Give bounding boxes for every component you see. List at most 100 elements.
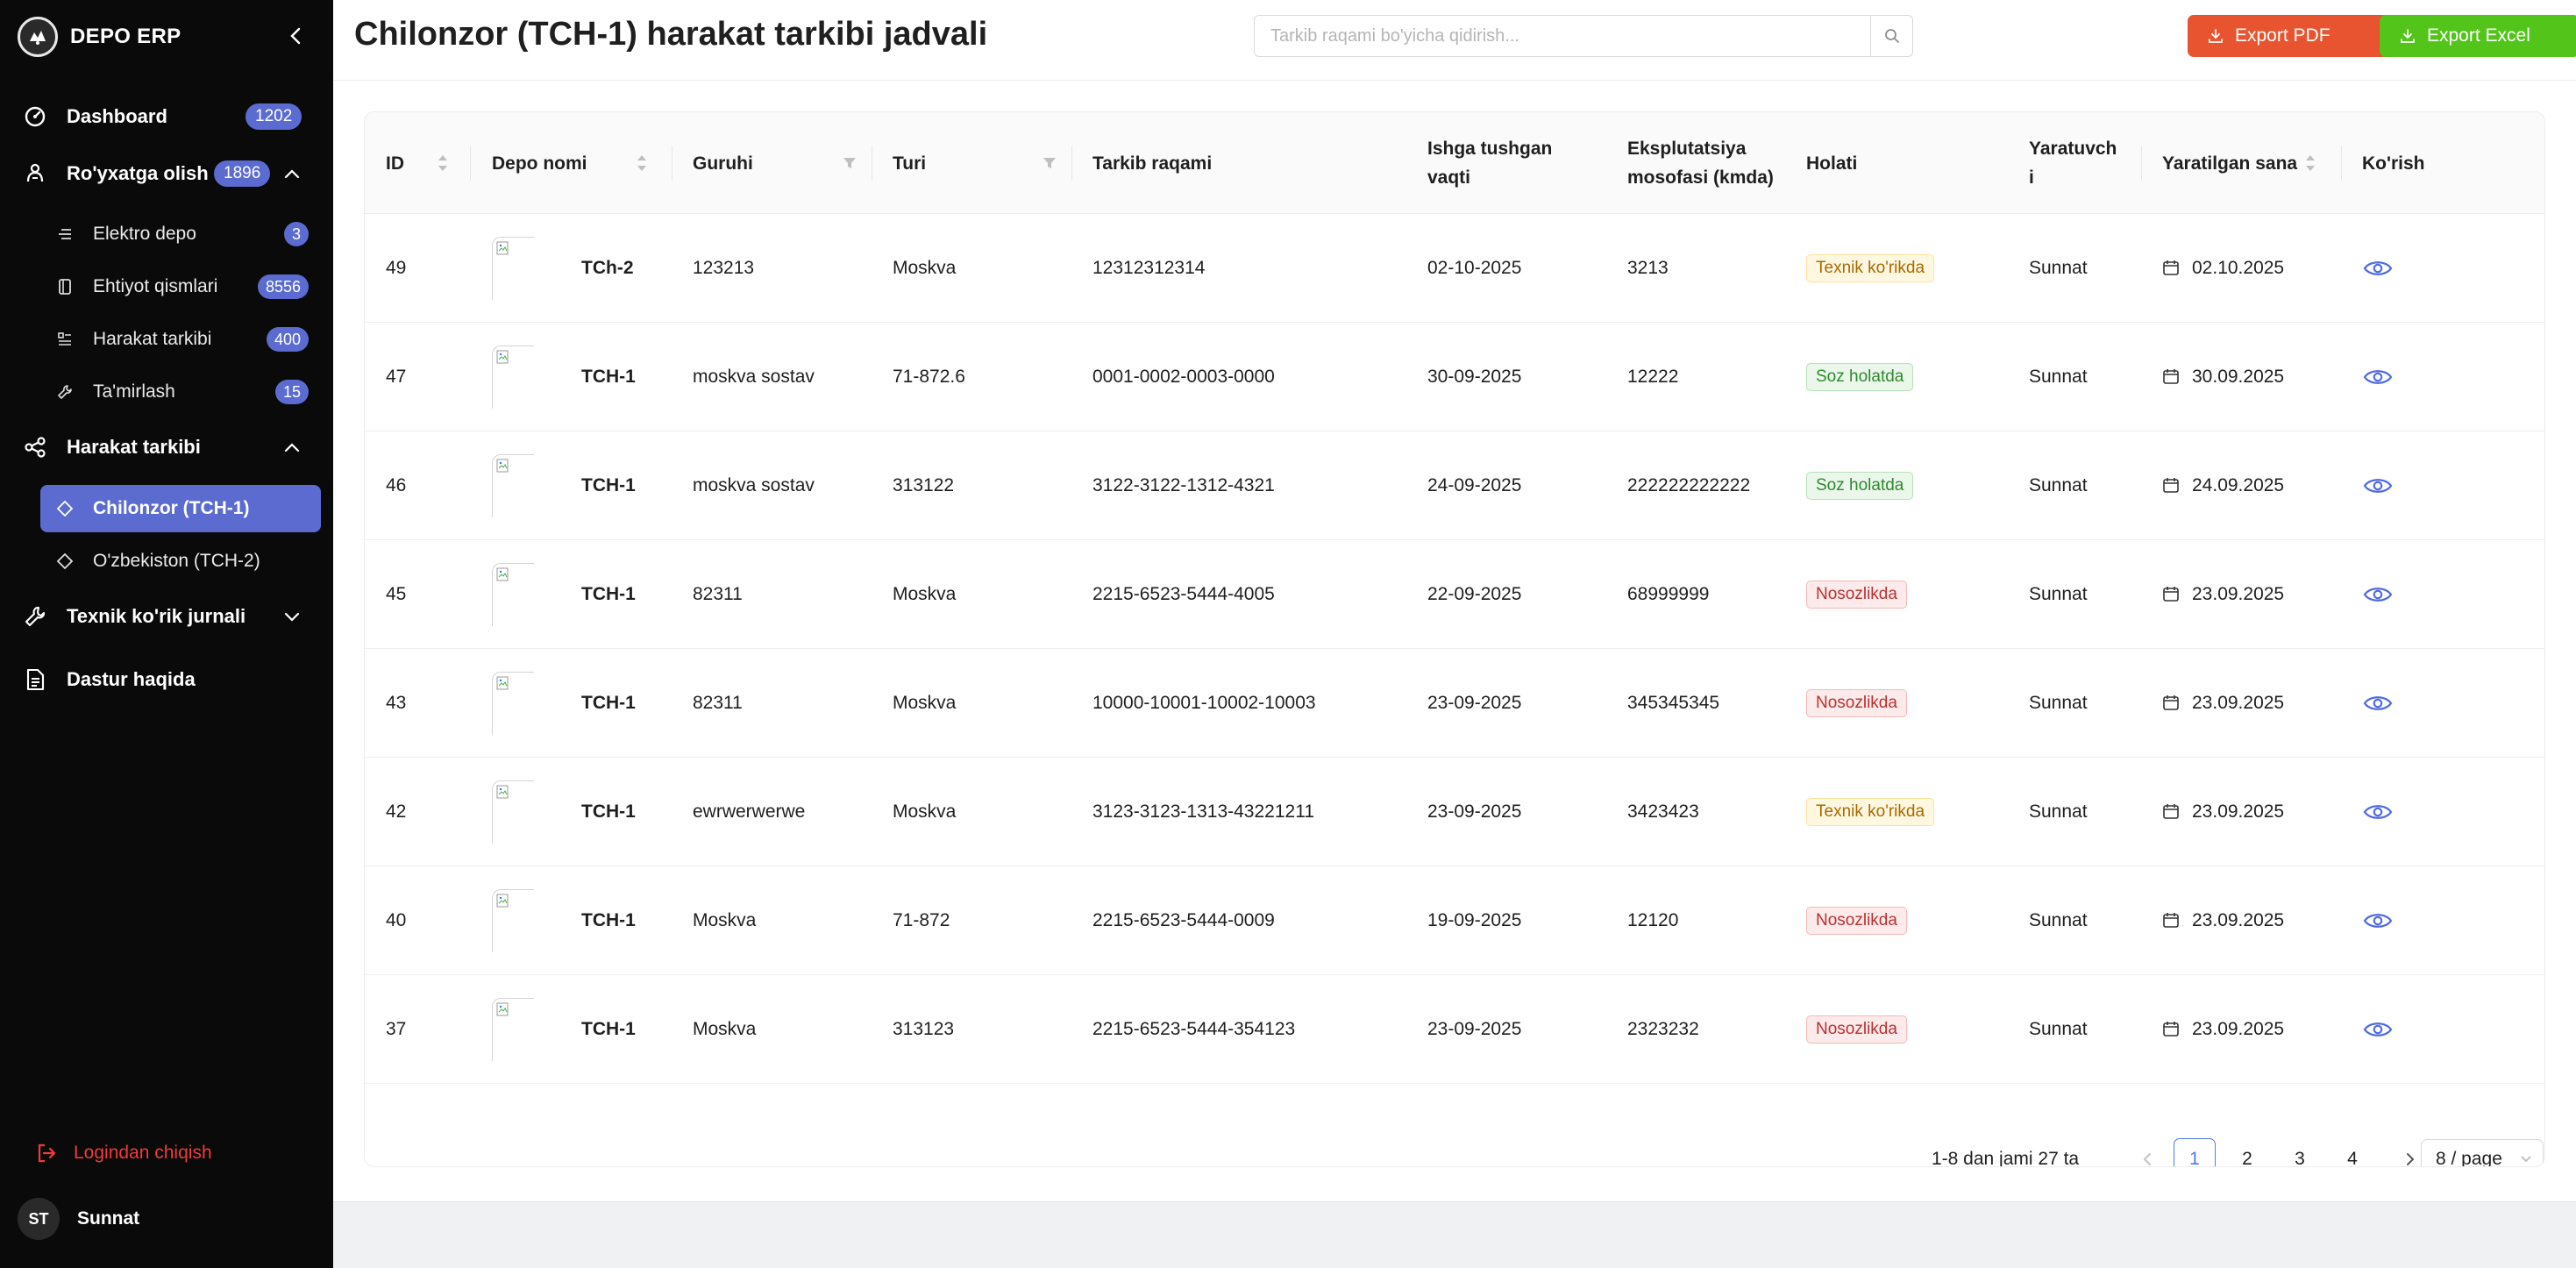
broken-image-icon (496, 676, 509, 690)
sidebar-item-inspection-log[interactable]: Texnik ko'rik jurnali (0, 592, 333, 641)
view-button[interactable] (2362, 256, 2394, 281)
view-button[interactable] (2362, 582, 2394, 607)
view-button[interactable] (2362, 800, 2394, 824)
broken-image-icon (496, 894, 509, 908)
cell-mileage: 68999999 (1627, 584, 1710, 604)
page-1[interactable]: 1 (2174, 1138, 2216, 1166)
cell-depot: TCH-1 (581, 801, 636, 822)
table-row[interactable]: 43 TCH-1 82311 Moskva 10000-10001-10002-1000… (365, 649, 2544, 758)
table-row[interactable]: 45 TCH-1 82311 Moskva 2215-6523-5444-4005 22-… (365, 540, 2544, 649)
sidebar-item-registration[interactable]: Ro'yxatga olish 1896 (0, 149, 333, 198)
search-input[interactable] (1255, 16, 1870, 56)
user-profile[interactable]: ST Sunnat (18, 1198, 139, 1240)
prev-page-icon[interactable] (2130, 1139, 2165, 1166)
cell-depot: TCH-1 (581, 475, 636, 495)
sort-icon[interactable] (437, 153, 449, 173)
broken-image-icon (496, 241, 509, 255)
view-button[interactable] (2362, 365, 2394, 389)
sidebar-item-dashboard[interactable]: Dashboard 1202 (0, 92, 333, 141)
eye-icon (2363, 479, 2393, 493)
column-status[interactable]: Holati (1806, 112, 1857, 214)
view-button[interactable] (2362, 691, 2394, 716)
cell-number: 0001-0002-0003-0000 (1092, 367, 1275, 387)
sidebar-item-label: Dastur haqida (67, 668, 196, 690)
diamond-icon (54, 498, 75, 519)
filter-icon[interactable] (842, 155, 857, 171)
cell-creator: Sunnat (2029, 801, 2088, 822)
cell-group: Moskva (693, 1019, 757, 1039)
column-group[interactable]: Guruhi (693, 112, 753, 214)
cell-creator: Sunnat (2029, 1019, 2088, 1039)
collapse-sidebar-icon[interactable] (284, 25, 307, 47)
cell-start-time: 02-10-2025 (1427, 258, 1522, 278)
search-button[interactable] (1870, 16, 1912, 56)
brand[interactable]: DEPO ERP (18, 16, 181, 58)
eye-icon (2363, 370, 2393, 384)
registration-icon (23, 161, 47, 186)
cell-depot: TCH-1 (581, 910, 636, 930)
column-depot[interactable]: Depo nomi (492, 112, 587, 214)
main-content: ID Depo nomi Guruhi Turi Tarkib raqami I… (333, 81, 2576, 1201)
cell-id: 43 (386, 693, 407, 713)
export-pdf-label: Export PDF (2235, 25, 2330, 46)
logout-icon (35, 1142, 58, 1165)
sidebar-item-spare-parts[interactable]: Ehtiyot qismlari 8556 (40, 263, 321, 310)
calendar-icon (2162, 585, 2181, 604)
sidebar-item-rolling-stock-registry[interactable]: Harakat tarkibi 400 (40, 316, 321, 363)
sidebar-item-chilonzor[interactable]: Chilonzor (TCH-1) (40, 485, 321, 532)
cell-id: 40 (386, 910, 407, 930)
cell-status: Nosozlikda (1806, 649, 1907, 758)
search-icon (1884, 29, 1899, 43)
chevron-up-icon (282, 438, 302, 457)
sidebar-item-repair[interactable]: Ta'mirlash 15 (40, 368, 321, 416)
column-number[interactable]: Tarkib raqami (1092, 112, 1212, 214)
table-row[interactable]: 37 TCH-1 Moskva 313123 2215-6523-5444-354123… (365, 975, 2544, 1084)
table-row[interactable]: 49 TCh-2 123213 Moskva 12312312314 02-10-2025… (365, 214, 2544, 323)
cell-number: 2215-6523-5444-0009 (1092, 910, 1275, 930)
cell-mileage: 3213 (1627, 258, 1669, 278)
cell-created: 30.09.2025 (2162, 323, 2284, 431)
page-2[interactable]: 2 (2226, 1138, 2268, 1166)
table-row[interactable]: 42 TCH-1 ewrwerwerwe Moskva 3123-3123-1313-4… (365, 758, 2544, 866)
column-divider (2341, 146, 2342, 181)
column-label: Depo nomi (492, 153, 587, 174)
column-label: mosofasi (kmda) (1627, 167, 1774, 188)
view-button[interactable] (2362, 1017, 2394, 1042)
sort-icon[interactable] (2304, 153, 2316, 173)
cell-start-time: 19-09-2025 (1427, 910, 1522, 930)
broken-image-icon (496, 567, 509, 581)
sidebar-item-rolling-stock[interactable]: Harakat tarkibi (0, 423, 333, 472)
table-row[interactable]: 40 TCH-1 Moskva 71-872 2215-6523-5444-0009 19… (365, 866, 2544, 975)
created-date: 30.09.2025 (2192, 367, 2285, 387)
cell-depot: TCH-1 (581, 367, 636, 387)
sidebar-item-about[interactable]: Dastur haqida (0, 655, 333, 704)
page-size-select[interactable]: 8 / page (2421, 1139, 2544, 1166)
count-badge: 8556 (257, 274, 309, 299)
column-created[interactable]: Yaratilgan sana (2162, 112, 2297, 214)
page-3[interactable]: 3 (2279, 1138, 2321, 1166)
column-mileage[interactable]: Eksplutatsiya mosofasi (kmda) (1627, 112, 1774, 214)
cell-type: 71-872.6 (893, 367, 965, 387)
column-type[interactable]: Turi (893, 112, 926, 214)
sort-icon[interactable] (636, 153, 648, 173)
cell-created: 23.09.2025 (2162, 975, 2284, 1084)
logout-button[interactable]: Logindan chiqish (35, 1142, 212, 1165)
cell-created: 24.09.2025 (2162, 431, 2284, 540)
export-excel[interactable]: Export Excel (2380, 15, 2576, 57)
column-start-time[interactable]: Ishga tushgan vaqti (1427, 112, 1552, 214)
sidebar-item-elektro-depo[interactable]: Elektro depo 3 (40, 210, 321, 258)
search-box (1254, 15, 1913, 57)
nodes-icon (23, 435, 47, 459)
cell-number: 3122-3122-1312-4321 (1092, 475, 1275, 495)
export-pdf-button[interactable]: Export PDF (2188, 15, 2399, 57)
table-row[interactable]: 46 TCH-1 moskva sostav 313122 3122-3122-1312… (365, 431, 2544, 540)
sidebar-item-ozbekiston[interactable]: O'zbekiston (TCH-2) (40, 538, 321, 585)
table-row[interactable]: 47 TCH-1 moskva sostav 71-872.6 0001-0002-00… (365, 323, 2544, 431)
column-creator[interactable]: Yaratuvch i (2029, 112, 2117, 214)
page-4[interactable]: 4 (2331, 1138, 2373, 1166)
column-id[interactable]: ID (386, 112, 404, 214)
view-button[interactable] (2362, 908, 2394, 933)
filter-icon[interactable] (1042, 155, 1057, 171)
view-button[interactable] (2362, 474, 2394, 498)
column-label: i (2029, 167, 2034, 188)
